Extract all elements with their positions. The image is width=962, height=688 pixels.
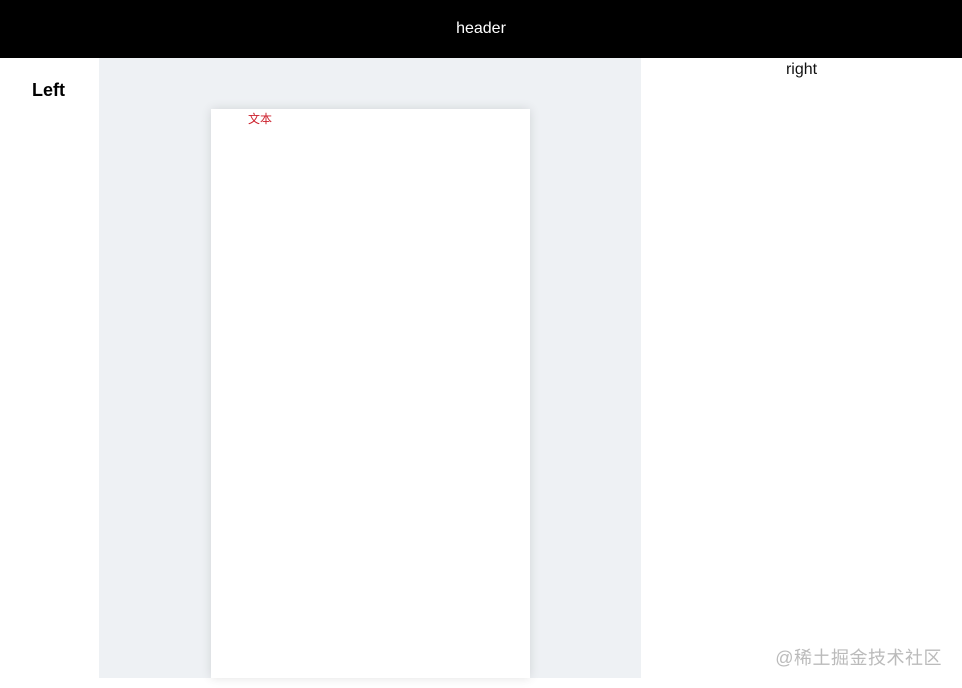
right-panel-title: right bbox=[785, 61, 818, 78]
right-panel: right bbox=[641, 58, 962, 688]
header-bar: header bbox=[0, 0, 962, 58]
header-title: header bbox=[456, 20, 506, 37]
watermark-text: @稀土掘金技术社区 bbox=[775, 648, 942, 668]
left-panel: Left bbox=[0, 58, 99, 688]
app-root: header Left 文本 right @稀土掘金技术社区 bbox=[0, 0, 962, 688]
left-panel-title: Left bbox=[32, 80, 65, 100]
canvas-area: 文本 bbox=[99, 58, 641, 678]
canvas-page[interactable]: 文本 bbox=[211, 109, 530, 678]
text-element[interactable]: 文本 bbox=[248, 110, 272, 127]
